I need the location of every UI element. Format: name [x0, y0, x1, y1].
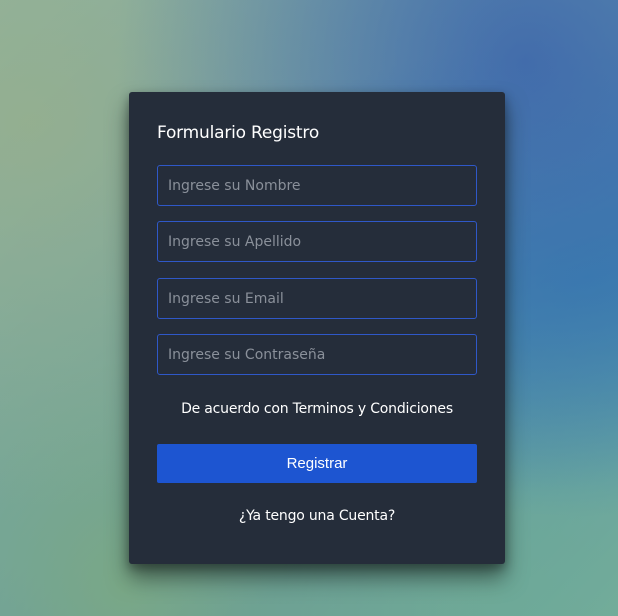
- terms-link[interactable]: De acuerdo con Terminos y Condiciones: [129, 401, 505, 417]
- form-title: Formulario Registro: [157, 123, 320, 143]
- password-input[interactable]: [157, 334, 477, 375]
- last-name-input[interactable]: [157, 221, 477, 262]
- first-name-input[interactable]: [157, 165, 477, 206]
- register-button[interactable]: Registrar: [157, 444, 477, 483]
- email-input[interactable]: [157, 278, 477, 319]
- registration-card: Formulario Registro De acuerdo con Termi…: [129, 92, 505, 564]
- existing-account-link[interactable]: ¿Ya tengo una Cuenta?: [129, 508, 505, 524]
